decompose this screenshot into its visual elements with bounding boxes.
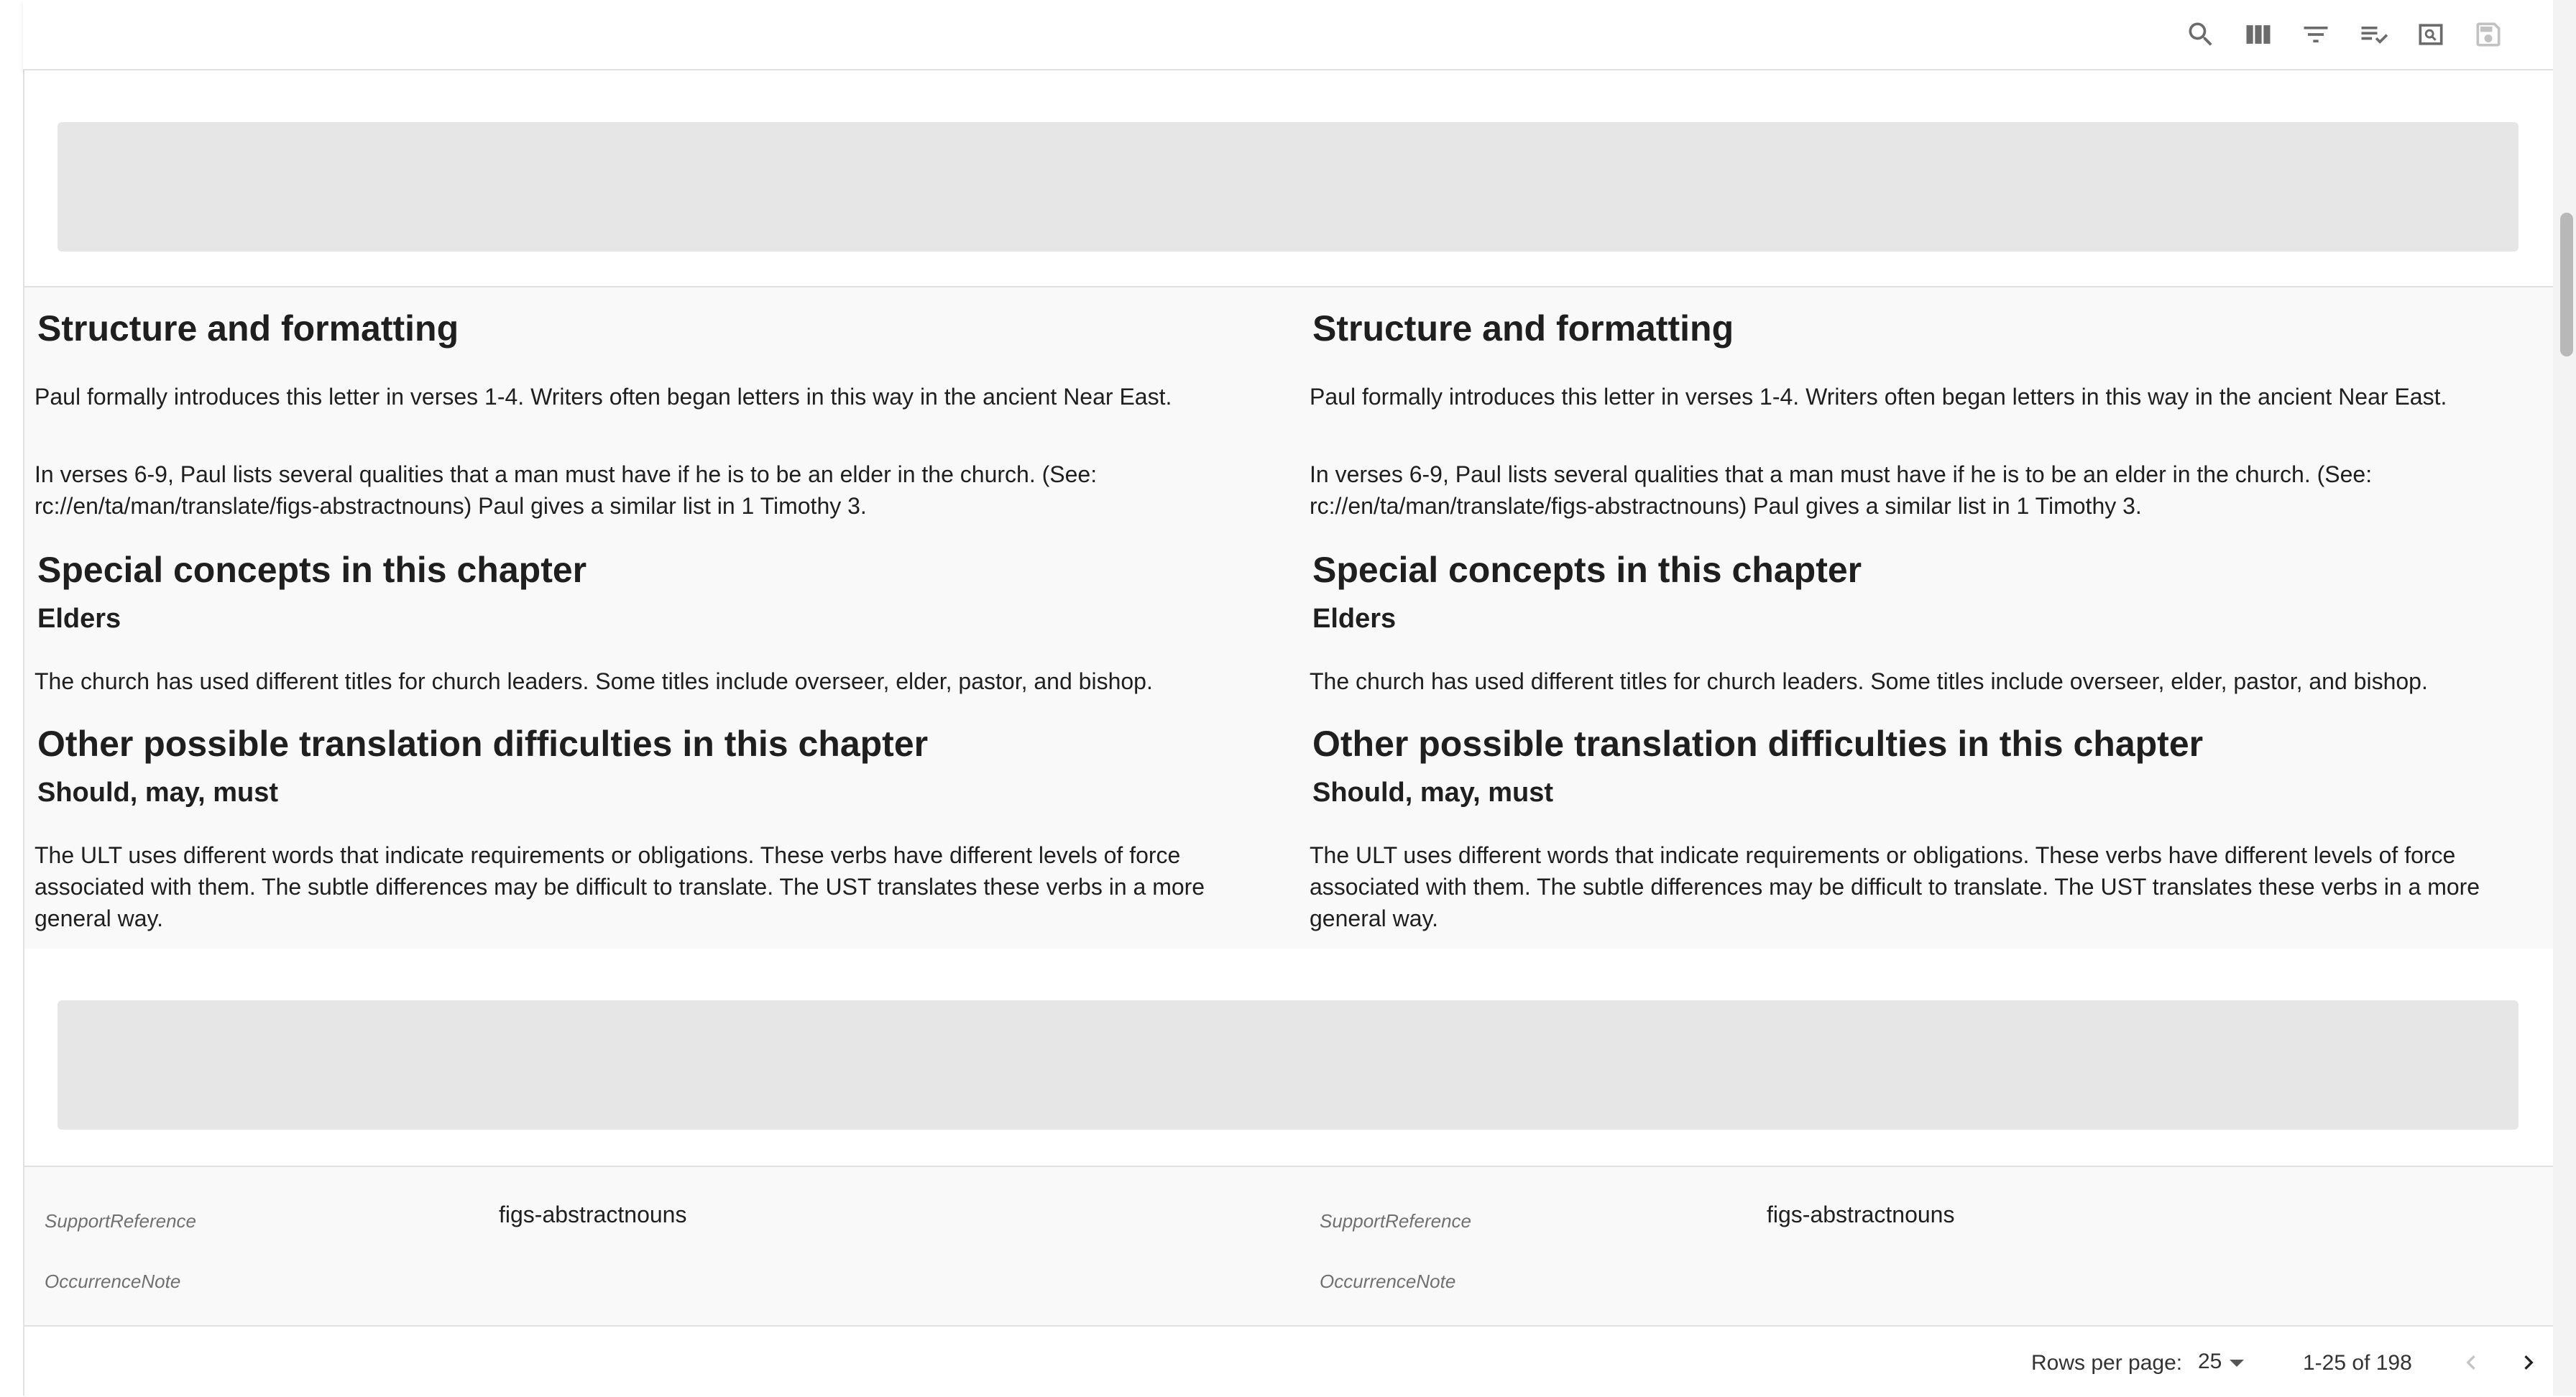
pagination-range: 1-25 of 198 — [2303, 1351, 2412, 1375]
occurrence-note-label: OccurrenceNote — [45, 1271, 181, 1292]
occurrence-note-label: OccurrenceNote — [1320, 1271, 1456, 1292]
next-page-button[interactable] — [2511, 1345, 2546, 1380]
paragraph-intro: Paul formally introduces this letter in … — [1310, 384, 2447, 410]
paragraph-elder-line-1: In verses 6-9, Paul lists several qualit… — [1310, 461, 2373, 487]
heading-special-concepts: Special concepts in this chapter — [37, 550, 587, 590]
preview-icon[interactable] — [2414, 17, 2448, 52]
notes-row: Structure and formatting Paul formally i… — [24, 286, 2553, 951]
support-reference-value: figs-abstractnouns — [499, 1202, 687, 1227]
save-icon[interactable] — [2471, 17, 2506, 52]
rows-per-page-label: Rows per page: — [2031, 1351, 2183, 1375]
paragraph-ult-line-2: associated with them. The subtle differe… — [1310, 874, 2480, 900]
heading-special-concepts: Special concepts in this chapter — [1312, 550, 1862, 590]
playlist-check-icon[interactable] — [2356, 17, 2391, 52]
support-reference-label: SupportReference — [45, 1210, 197, 1232]
paragraph-ult-line-3: general way. — [34, 905, 164, 931]
paragraph-elder-line-2: rc://en/ta/man/translate/figs-abstractno… — [1310, 493, 2142, 519]
paragraph-ult-line-3: general way. — [1310, 905, 1439, 931]
previous-page-button[interactable] — [2454, 1345, 2488, 1380]
heading-structure: Structure and formatting — [1312, 308, 1734, 349]
paragraph-ult-line-1: The ULT uses different words that indica… — [1310, 842, 2456, 868]
table-toolbar — [23, 0, 2553, 70]
subheading-should: Should, may, must — [37, 778, 279, 808]
paragraph-elder-line-1: In verses 6-9, Paul lists several qualit… — [34, 461, 1098, 487]
paragraph-church: The church has used different titles for… — [1310, 668, 2428, 694]
subheading-elders: Elders — [1312, 604, 1397, 634]
scrollbar-thumb[interactable] — [2560, 213, 2573, 356]
heading-other-difficulties: Other possible translation difficulties … — [37, 724, 929, 764]
heading-structure: Structure and formatting — [37, 308, 459, 349]
chevron-right-icon — [2524, 1355, 2534, 1370]
heading-other-difficulties: Other possible translation difficulties … — [1312, 724, 2204, 764]
paragraph-elder-line-2: rc://en/ta/man/translate/figs-abstractno… — [34, 493, 867, 519]
chevron-down-icon[interactable] — [2230, 1360, 2244, 1367]
paragraph-intro: Paul formally introduces this letter in … — [34, 384, 1172, 410]
subheading-should: Should, may, must — [1312, 778, 1554, 808]
support-reference-label: SupportReference — [1320, 1210, 1472, 1232]
chevron-left-icon — [2466, 1355, 2475, 1370]
search-icon[interactable] — [2184, 17, 2218, 52]
paragraph-ult-line-2: associated with them. The subtle differe… — [34, 874, 1205, 900]
loading-placeholder — [58, 122, 2518, 252]
support-reference-value: figs-abstractnouns — [1767, 1202, 1955, 1227]
paragraph-church: The church has used different titles for… — [34, 668, 1153, 694]
vertical-scrollbar[interactable] — [2553, 0, 2576, 1396]
filter-icon[interactable] — [2299, 17, 2333, 52]
view-columns-icon[interactable] — [2241, 17, 2276, 52]
meta-row: SupportReference figs-abstractnouns Occu… — [24, 1166, 2553, 1325]
rows-per-page-select[interactable]: 25 — [2198, 1350, 2222, 1374]
paragraph-ult-line-1: The ULT uses different words that indica… — [34, 842, 1181, 868]
subheading-elders: Elders — [37, 604, 121, 634]
loading-placeholder — [58, 1000, 2518, 1130]
pagination-bar: Rows per page: 25 1-25 of 198 — [24, 1325, 2553, 1397]
